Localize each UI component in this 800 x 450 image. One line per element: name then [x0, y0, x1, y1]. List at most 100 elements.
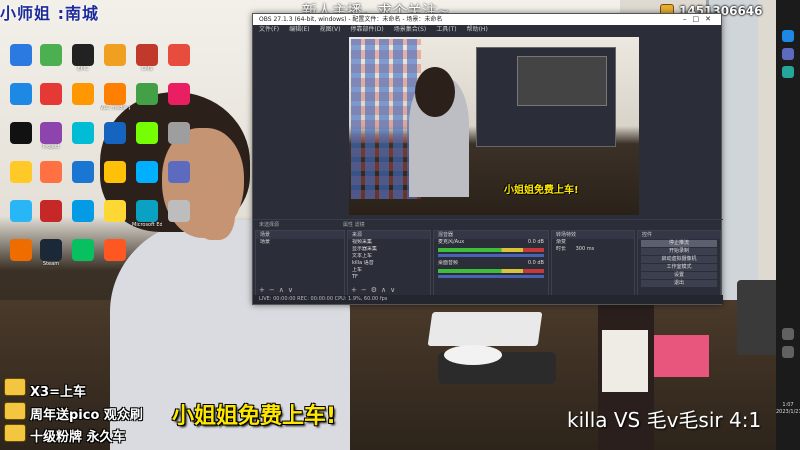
- settings-button[interactable]: 设置: [641, 272, 717, 279]
- desktop-icon[interactable]: [100, 122, 130, 144]
- mixer-fader[interactable]: [438, 275, 544, 278]
- source-item[interactable]: 上车: [348, 267, 430, 274]
- menu-view[interactable]: 视图(V): [320, 25, 341, 35]
- app-icon: [72, 83, 94, 105]
- menu-tools[interactable]: 工具(T): [436, 25, 456, 35]
- desktop-icon[interactable]: [6, 83, 36, 105]
- app-icon: [104, 122, 126, 144]
- desktop-icon[interactable]: CMS: [132, 44, 162, 72]
- obs-status-bar: LIVE: 00:00:00 REC: 00:00:00 CPU: 1.9%, …: [253, 295, 723, 304]
- studio-mode-button[interactable]: 工作室模式: [641, 264, 717, 271]
- source-item[interactable]: 文本上车: [348, 253, 430, 260]
- desktop-icon[interactable]: [6, 200, 36, 222]
- menu-edit[interactable]: 编辑(E): [289, 25, 309, 35]
- desktop-icon-label: Steam: [42, 261, 60, 267]
- top-left-banner: 小师姐 :南城: [0, 4, 99, 23]
- desktop-icon[interactable]: [164, 44, 194, 66]
- transition-type[interactable]: 渐变: [552, 239, 634, 246]
- scene-add-remove-icons[interactable]: +−∧∨: [259, 286, 297, 294]
- taskbar-clock[interactable]: 1:07 2023/1/21: [776, 402, 800, 416]
- desktop-icon[interactable]: [100, 161, 130, 183]
- desktop-icon[interactable]: VLC media player: [100, 83, 130, 111]
- app-icon: [168, 122, 190, 144]
- duration-value[interactable]: 300 ms: [568, 246, 595, 252]
- clock-time: 1:07: [782, 402, 794, 408]
- desktop-icon[interactable]: [164, 161, 194, 183]
- source-item[interactable]: killa 语音: [348, 260, 430, 267]
- app-icon: [104, 44, 126, 66]
- app-icon: [104, 239, 126, 261]
- app-icon: [168, 83, 190, 105]
- scene-item[interactable]: 场景: [256, 239, 344, 246]
- obs-preview[interactable]: 小姐姐免费上车!: [349, 37, 639, 215]
- app-icon: [136, 122, 158, 144]
- source-add-remove-icons[interactable]: +−⚙∧∨: [351, 286, 399, 294]
- stop-streaming-button[interactable]: 停止推流: [641, 240, 717, 247]
- desktop-icon[interactable]: [100, 239, 130, 261]
- mixer-track-name: 麦克风/Aux: [438, 239, 465, 245]
- taskbar: 1:07 2023/1/21: [776, 0, 800, 450]
- desktop-icon[interactable]: [36, 83, 66, 105]
- desktop-icon[interactable]: Project: [36, 122, 66, 150]
- desktop-icon[interactable]: [100, 200, 130, 222]
- desktop-icon[interactable]: [132, 122, 162, 144]
- source-item[interactable]: TF: [348, 274, 430, 281]
- menu-docks[interactable]: 停靠部件(D): [350, 25, 383, 35]
- desktop-icon-label: VLC media player: [100, 105, 130, 111]
- tray-icon[interactable]: [782, 328, 794, 340]
- mixer-track-level: 0.0 dB: [527, 239, 544, 245]
- desktop-icon[interactable]: [132, 83, 162, 105]
- app-icon: [40, 161, 62, 183]
- desktop-icon[interactable]: EPIC: [68, 44, 98, 72]
- desktop-icon[interactable]: [6, 122, 36, 144]
- start-virtual-camera-button[interactable]: 启动虚拟摄像机: [641, 256, 717, 263]
- tray-icon[interactable]: [782, 346, 794, 358]
- desktop-icon[interactable]: [132, 161, 162, 183]
- gold-emblem-icon: [4, 402, 26, 420]
- desktop-icon[interactable]: [6, 44, 36, 66]
- menu-file[interactable]: 文件(F): [259, 25, 279, 35]
- side-line-3: 十级粉牌 永久车: [30, 430, 126, 445]
- exit-button[interactable]: 退出: [641, 280, 717, 287]
- desktop-icon[interactable]: Steam: [36, 239, 66, 267]
- desktop-icon[interactable]: [164, 83, 194, 105]
- desktop-icon[interactable]: [36, 161, 66, 183]
- desktop-icon[interactable]: [36, 200, 66, 222]
- desktop-icon[interactable]: [68, 239, 98, 261]
- mixer-fader[interactable]: [438, 254, 544, 257]
- speaker: [737, 280, 781, 355]
- obs-title-bar[interactable]: OBS 27.1.3 (64-bit, windows) - 配置文件：未命名 …: [253, 14, 721, 25]
- source-item[interactable]: 视频采集: [348, 239, 430, 246]
- desktop-icon[interactable]: [100, 44, 130, 66]
- app-icon: [10, 83, 32, 105]
- desktop-icon[interactable]: [68, 161, 98, 183]
- desktop-icon[interactable]: [164, 200, 194, 222]
- no-source-selected: 未选择源: [259, 222, 280, 228]
- obs-window[interactable]: OBS 27.1.3 (64-bit, windows) - 配置文件：未命名 …: [252, 13, 723, 305]
- duration-label: 时长: [556, 246, 567, 252]
- desktop-icon[interactable]: [6, 161, 36, 183]
- start-recording-button[interactable]: 开始录制: [641, 248, 717, 255]
- edge-icon[interactable]: [782, 30, 794, 42]
- desktop-icon[interactable]: [68, 122, 98, 144]
- app-icon: [10, 122, 32, 144]
- app-icon[interactable]: [782, 66, 794, 78]
- side-line-2: 周年送pico 观众刷: [30, 408, 143, 423]
- desktop-icon[interactable]: [164, 122, 194, 144]
- app-icon: [40, 239, 62, 261]
- transition-duration-row: 时长 300 ms: [552, 246, 634, 253]
- desktop-icon[interactable]: Microsoft Edge: [132, 200, 162, 228]
- properties-filters[interactable]: 属性 滤镜: [343, 220, 365, 230]
- app-icon[interactable]: [782, 48, 794, 60]
- desktop-icon[interactable]: [36, 44, 66, 66]
- source-item[interactable]: 显示器采集: [348, 246, 430, 253]
- menu-help[interactable]: 帮助(H): [467, 25, 488, 35]
- menu-scene-collection[interactable]: 场景集合(S): [394, 25, 427, 35]
- window-controls-icon[interactable]: –□✕: [683, 14, 717, 25]
- desktop-icon[interactable]: [68, 83, 98, 105]
- desktop-icon[interactable]: [68, 200, 98, 222]
- desktop-icon[interactable]: [6, 239, 36, 261]
- preview-nested-inner: [517, 56, 607, 106]
- desktop-icon-label: EPIC: [77, 66, 89, 72]
- scenes-dock: 场景 场景 +−∧∨: [255, 230, 345, 296]
